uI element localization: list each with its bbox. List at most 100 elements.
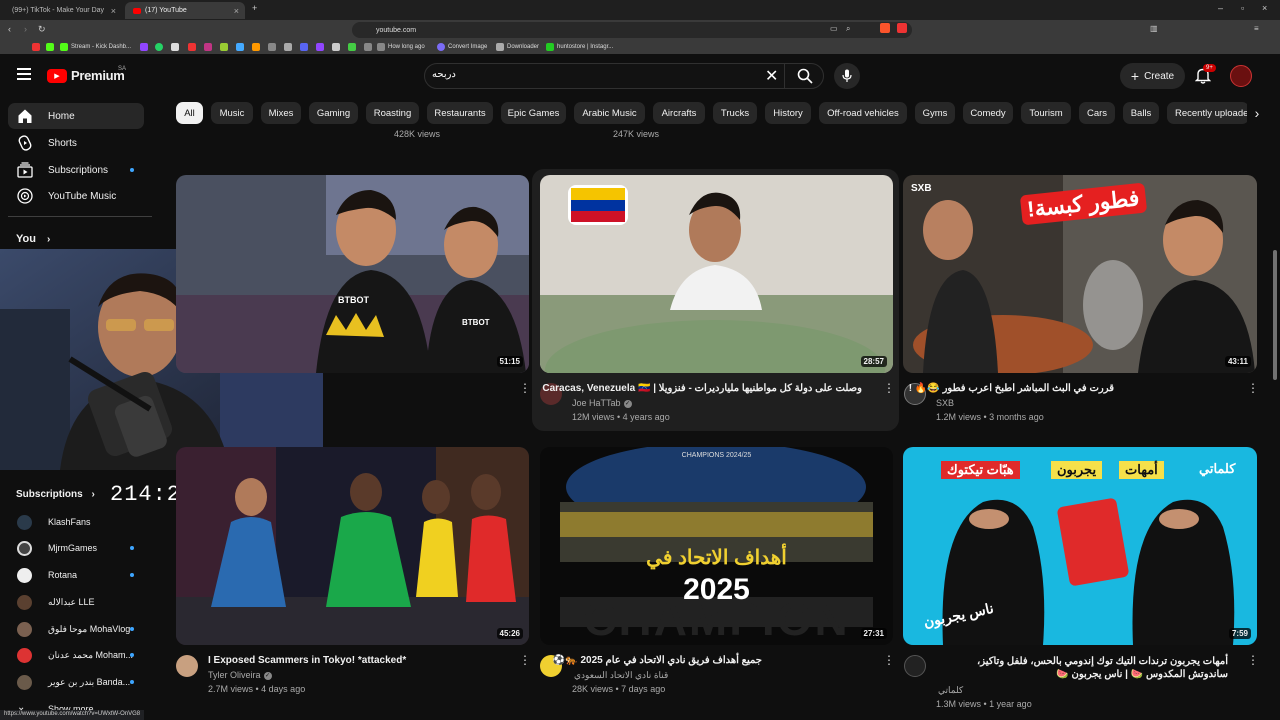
video-thumbnail[interactable]: CHAMPIONS 2024/25 CHAMPION أهداف الاتحاد…	[540, 447, 893, 645]
video-thumbnail[interactable]: هبّات تيكتوك يجربون أمهات كلماتي ناس يجر…	[903, 447, 1257, 645]
chip-arabic-music[interactable]: Arabic Music	[574, 102, 645, 124]
minimize-icon[interactable]: –	[1218, 3, 1223, 13]
chip-epic-games[interactable]: Epic Games	[501, 102, 566, 124]
s-bookmark-icon[interactable]	[316, 43, 324, 51]
video-thumbnail[interactable]: 28:57	[540, 175, 893, 373]
more-options-icon[interactable]: ⋮	[883, 381, 895, 395]
more-options-icon[interactable]: ⋮	[883, 653, 895, 667]
kick-bookmark-icon[interactable]	[46, 43, 54, 51]
channel-avatar[interactable]	[904, 655, 926, 677]
netflix-bookmark-icon[interactable]	[188, 43, 196, 51]
brave-shield-icon[interactable]	[880, 23, 890, 33]
search-input[interactable]	[424, 63, 824, 89]
url-bar[interactable]: youtube.com	[352, 22, 912, 38]
u-bookmark-icon[interactable]	[332, 43, 340, 51]
subscription-item[interactable]: بندر بن عوير Banda...	[8, 671, 144, 693]
page-scrollbar[interactable]	[1273, 250, 1277, 380]
clear-search-icon[interactable]: ✕	[765, 66, 778, 86]
close-icon[interactable]: ×	[234, 6, 239, 16]
channel-name[interactable]: قناة نادي الاتحاد السعودي	[574, 670, 668, 681]
chip-tourism[interactable]: Tourism	[1021, 102, 1071, 124]
video-title[interactable]: جميع أهداف فريق نادي الاتحاد في عام 2025…	[553, 655, 762, 666]
doc-bookmark-icon[interactable]	[348, 43, 356, 51]
reload-icon[interactable]: ↻	[38, 24, 46, 35]
github-bookmark-icon[interactable]	[284, 43, 292, 51]
bookmark-how-long-ago[interactable]: How long ago	[377, 43, 425, 51]
rewards-icon[interactable]	[897, 23, 907, 33]
bookmark-downloader[interactable]: Downloader	[496, 43, 539, 51]
restore-icon[interactable]: ▫	[1241, 3, 1244, 13]
x-bookmark-icon[interactable]	[171, 43, 179, 51]
youtube-bookmark-icon[interactable]	[32, 43, 40, 51]
new-tab-icon[interactable]: +	[252, 3, 257, 13]
cast-icon[interactable]: ▭	[830, 24, 838, 33]
chip-gyms[interactable]: Gyms	[915, 102, 955, 124]
instagram-bookmark-icon[interactable]	[204, 43, 212, 51]
video-thumbnail[interactable]: BTBOT BTBOT 51:15	[176, 175, 529, 373]
channel-name[interactable]: Joe HaTTab ✓	[572, 398, 632, 408]
subscriptions-heading[interactable]: Subscriptions ›	[16, 489, 95, 500]
subscription-item[interactable]: موحا فلوق MohaVlog	[8, 618, 144, 640]
tab-tiktok[interactable]: (99+) TikTok - Make Your Day ×	[4, 2, 122, 19]
close-icon[interactable]: ×	[111, 6, 116, 16]
more-options-icon[interactable]: ⋮	[1247, 653, 1259, 667]
chip-balls[interactable]: Balls	[1123, 102, 1159, 124]
video-title[interactable]: أمهات يجربون ترندات التيك توك إندومي بال…	[936, 655, 1228, 681]
channel-avatar[interactable]	[176, 655, 198, 677]
chip-all[interactable]: All	[176, 102, 203, 124]
zoom-icon[interactable]: ⌕	[846, 24, 850, 34]
twitch-bookmark-icon[interactable]	[140, 43, 148, 51]
chip-aircrafts[interactable]: Aircrafts	[653, 102, 705, 124]
store-bookmark-icon[interactable]	[252, 43, 260, 51]
account-avatar[interactable]	[1230, 65, 1252, 87]
chips-next-button[interactable]: ›	[1247, 102, 1267, 124]
sidebar-toggle-icon[interactable]: ▥	[1150, 24, 1158, 33]
subscription-item[interactable]: محمد عدنان Moham...	[8, 644, 144, 666]
channel-name[interactable]: Tyler Oliveira ✓	[208, 670, 272, 680]
notifications-button[interactable]: 9+	[1194, 64, 1216, 89]
chip-history[interactable]: History	[765, 102, 811, 124]
sidebar-item-shorts[interactable]: Shorts	[8, 130, 144, 156]
more-options-icon[interactable]: ⋮	[519, 381, 531, 395]
chip-off-road-vehicles[interactable]: Off-road vehicles	[819, 102, 907, 124]
chat-bookmark-icon[interactable]	[236, 43, 244, 51]
bookmark-convert-image[interactable]: Convert Image	[437, 43, 487, 51]
close-window-icon[interactable]: ×	[1262, 3, 1267, 13]
video-title[interactable]: I Exposed Scammers in Tokyo! *attacked*	[208, 655, 406, 666]
subscription-item[interactable]: KlashFans	[8, 511, 144, 533]
create-button[interactable]: + Create	[1120, 63, 1185, 89]
video-title[interactable]: وصلت على دولة كل مواطنيها مليارديرات - ف…	[542, 383, 862, 394]
subscription-item[interactable]: عبدالاله LLE	[8, 591, 144, 613]
sidebar-item-home[interactable]: Home	[8, 103, 144, 129]
more-options-icon[interactable]: ⋮	[1247, 381, 1259, 395]
chip-restaurants[interactable]: Restaurants	[427, 102, 493, 124]
bookmark-huntostore[interactable]: huntostore | Instagr...	[546, 43, 613, 51]
chip-trucks[interactable]: Trucks	[713, 102, 757, 124]
bookmark-stream[interactable]: Stream - Kick Dashb...	[60, 43, 131, 51]
hamburger-menu-icon[interactable]	[17, 68, 31, 80]
channel-name[interactable]: كلماتي	[938, 685, 963, 696]
sidebar-you-heading[interactable]: You ›	[16, 233, 50, 245]
chip-comedy[interactable]: Comedy	[963, 102, 1013, 124]
back-icon[interactable]: ‹	[8, 24, 11, 34]
link-bookmark-icon[interactable]	[268, 43, 276, 51]
mail-bookmark-icon[interactable]	[364, 43, 372, 51]
chip-recently-uploaded[interactable]: Recently uploaded	[1167, 102, 1249, 124]
video-thumbnail[interactable]: 45:26	[176, 447, 529, 645]
video-title[interactable]: قررت في البث المباشر اطبخ اعرب فطور 😂🔥 !	[909, 383, 1114, 394]
youtube-logo[interactable]: ▶ Premium	[47, 68, 125, 83]
discord-bookmark-icon[interactable]	[300, 43, 308, 51]
chip-roasting[interactable]: Roasting	[366, 102, 419, 124]
subscription-item[interactable]: MjrmGames	[8, 537, 144, 559]
channel-name[interactable]: SXB	[936, 398, 954, 408]
menu-icon[interactable]: ≡	[1254, 24, 1259, 33]
search-button[interactable]	[784, 63, 824, 89]
chip-gaming[interactable]: Gaming	[309, 102, 358, 124]
subscription-item[interactable]: Rotana	[8, 564, 144, 586]
sidebar-item-youtube-music[interactable]: YouTube Music	[8, 183, 144, 209]
whatsapp-bookmark-icon[interactable]	[155, 43, 163, 51]
chip-cars[interactable]: Cars	[1079, 102, 1115, 124]
sidebar-item-subscriptions[interactable]: Subscriptions	[8, 157, 144, 183]
more-options-icon[interactable]: ⋮	[519, 653, 531, 667]
chip-music[interactable]: Music	[211, 102, 253, 124]
